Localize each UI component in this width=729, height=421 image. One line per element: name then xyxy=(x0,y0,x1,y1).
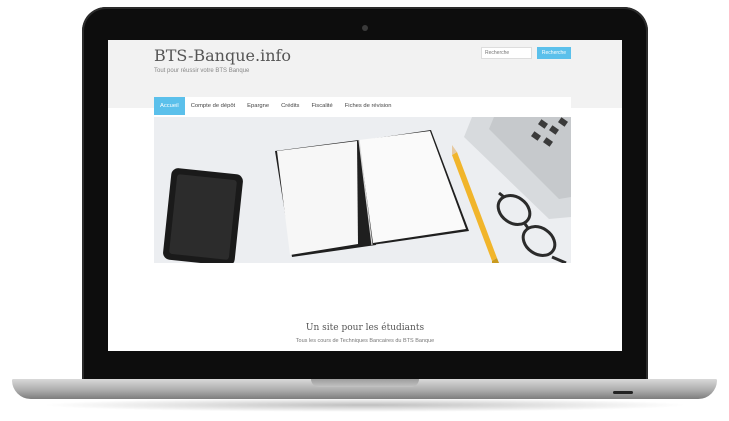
hero-image xyxy=(154,117,571,263)
nav-item-epargne[interactable]: Epargne xyxy=(241,97,275,115)
power-indicator-icon xyxy=(613,391,633,394)
section-title: Un site pour les étudiants xyxy=(305,323,425,333)
laptop-base xyxy=(12,379,717,399)
search-button[interactable]: Recherche xyxy=(537,47,571,59)
site-title[interactable]: BTS-Banque.info xyxy=(154,46,291,65)
laptop-shadow xyxy=(40,398,690,412)
search-input[interactable] xyxy=(481,47,532,59)
laptop-screen: BTS-Banque.info Tout pour réussir votre … xyxy=(108,40,622,351)
nav-item-fiches-de-revision[interactable]: Fiches de révision xyxy=(339,97,398,115)
webcam-icon xyxy=(362,25,368,31)
nav-item-compte-de-depot[interactable]: Compte de dépôt xyxy=(185,97,241,115)
smartphone-icon xyxy=(163,168,243,263)
nav-item-credits[interactable]: Crédits xyxy=(275,97,305,115)
section-subtitle: Tous les cours de Techniques Bancaires d… xyxy=(295,338,435,344)
laptop-opening-notch xyxy=(310,379,419,387)
hero-illustration xyxy=(154,117,571,263)
nav-item-fiscalite[interactable]: Fiscalité xyxy=(305,97,338,115)
site-tagline: Tout pour réussir votre BTS Banque xyxy=(154,68,250,74)
main-nav: Accueil Compte de dépôt Epargne Crédits … xyxy=(154,97,571,115)
nav-item-accueil[interactable]: Accueil xyxy=(154,97,185,115)
